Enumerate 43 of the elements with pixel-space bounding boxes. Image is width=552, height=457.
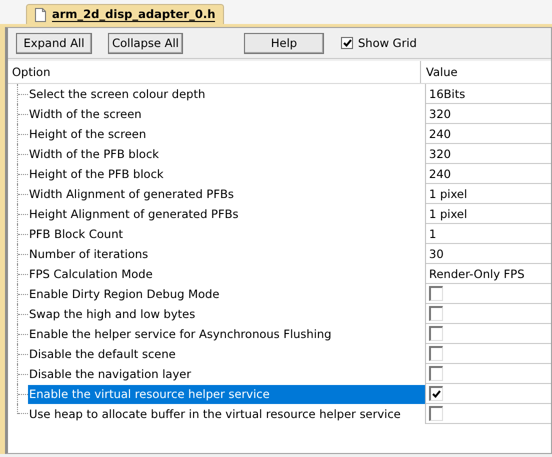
value-checkbox[interactable] <box>429 406 443 421</box>
option-label[interactable]: PFB Block Count <box>28 224 126 244</box>
value-field[interactable]: Render-Only FPS <box>429 266 525 280</box>
value-field[interactable]: 30 <box>429 246 444 260</box>
value-field[interactable]: 240 <box>429 166 451 180</box>
value-checkbox[interactable] <box>429 306 443 321</box>
option-label[interactable]: Enable the virtual resource helper service <box>28 384 425 404</box>
option-label[interactable]: Height of the PFB block <box>28 164 167 184</box>
value-field[interactable]: 1 pixel <box>429 206 468 220</box>
value-checkbox[interactable] <box>429 386 443 401</box>
column-header[interactable]: Value <box>421 61 551 83</box>
show-grid-label: Show Grid <box>358 36 417 50</box>
value-field[interactable]: 16Bits <box>429 86 466 100</box>
value-field[interactable]: 240 <box>429 126 451 140</box>
value-checkbox[interactable] <box>429 346 443 361</box>
show-grid-checkbox[interactable] <box>341 37 353 49</box>
option-label[interactable]: Enable the helper service for Asynchronous Flushing <box>28 324 334 344</box>
option-label[interactable]: Number of iterations <box>28 244 152 264</box>
option-label[interactable]: Disable the default scene <box>28 344 179 364</box>
value-field[interactable]: 320 <box>429 146 451 160</box>
option-label[interactable]: Width Alignment of generated PFBs <box>28 184 237 204</box>
option-label[interactable]: Width of the screen <box>28 104 145 124</box>
option-label[interactable]: Width of the PFB block <box>28 144 162 164</box>
option-label[interactable]: Height Alignment of generated PFBs <box>28 204 242 224</box>
option-label[interactable]: Swap the high and low bytes <box>28 304 198 324</box>
value-checkbox[interactable] <box>429 366 443 381</box>
value-field[interactable]: 1 <box>429 226 436 240</box>
option-label[interactable]: Use heap to allocate buffer in the virtual resource helper service <box>28 404 404 424</box>
option-label[interactable]: Disable the navigation layer <box>28 364 194 384</box>
value-field[interactable]: 1 pixel <box>429 186 468 200</box>
value-field[interactable]: 320 <box>429 106 451 120</box>
column-header[interactable]: Option <box>8 61 421 83</box>
help-button[interactable]: Help <box>244 32 324 54</box>
file-tab[interactable]: arm_2d_disp_adapter_0.h <box>26 4 224 24</box>
expand-all-button[interactable]: Expand All <box>16 32 92 54</box>
value-checkbox[interactable] <box>429 326 443 341</box>
value-checkbox[interactable] <box>429 286 443 301</box>
document-icon <box>35 8 46 22</box>
option-label[interactable]: Height of the screen <box>28 124 150 144</box>
option-label[interactable]: Enable Dirty Region Debug Mode <box>28 284 222 304</box>
collapse-all-button[interactable]: Collapse All <box>108 32 183 54</box>
option-label[interactable]: FPS Calculation Mode <box>28 264 156 284</box>
option-label[interactable]: Select the screen colour depth <box>28 84 208 104</box>
